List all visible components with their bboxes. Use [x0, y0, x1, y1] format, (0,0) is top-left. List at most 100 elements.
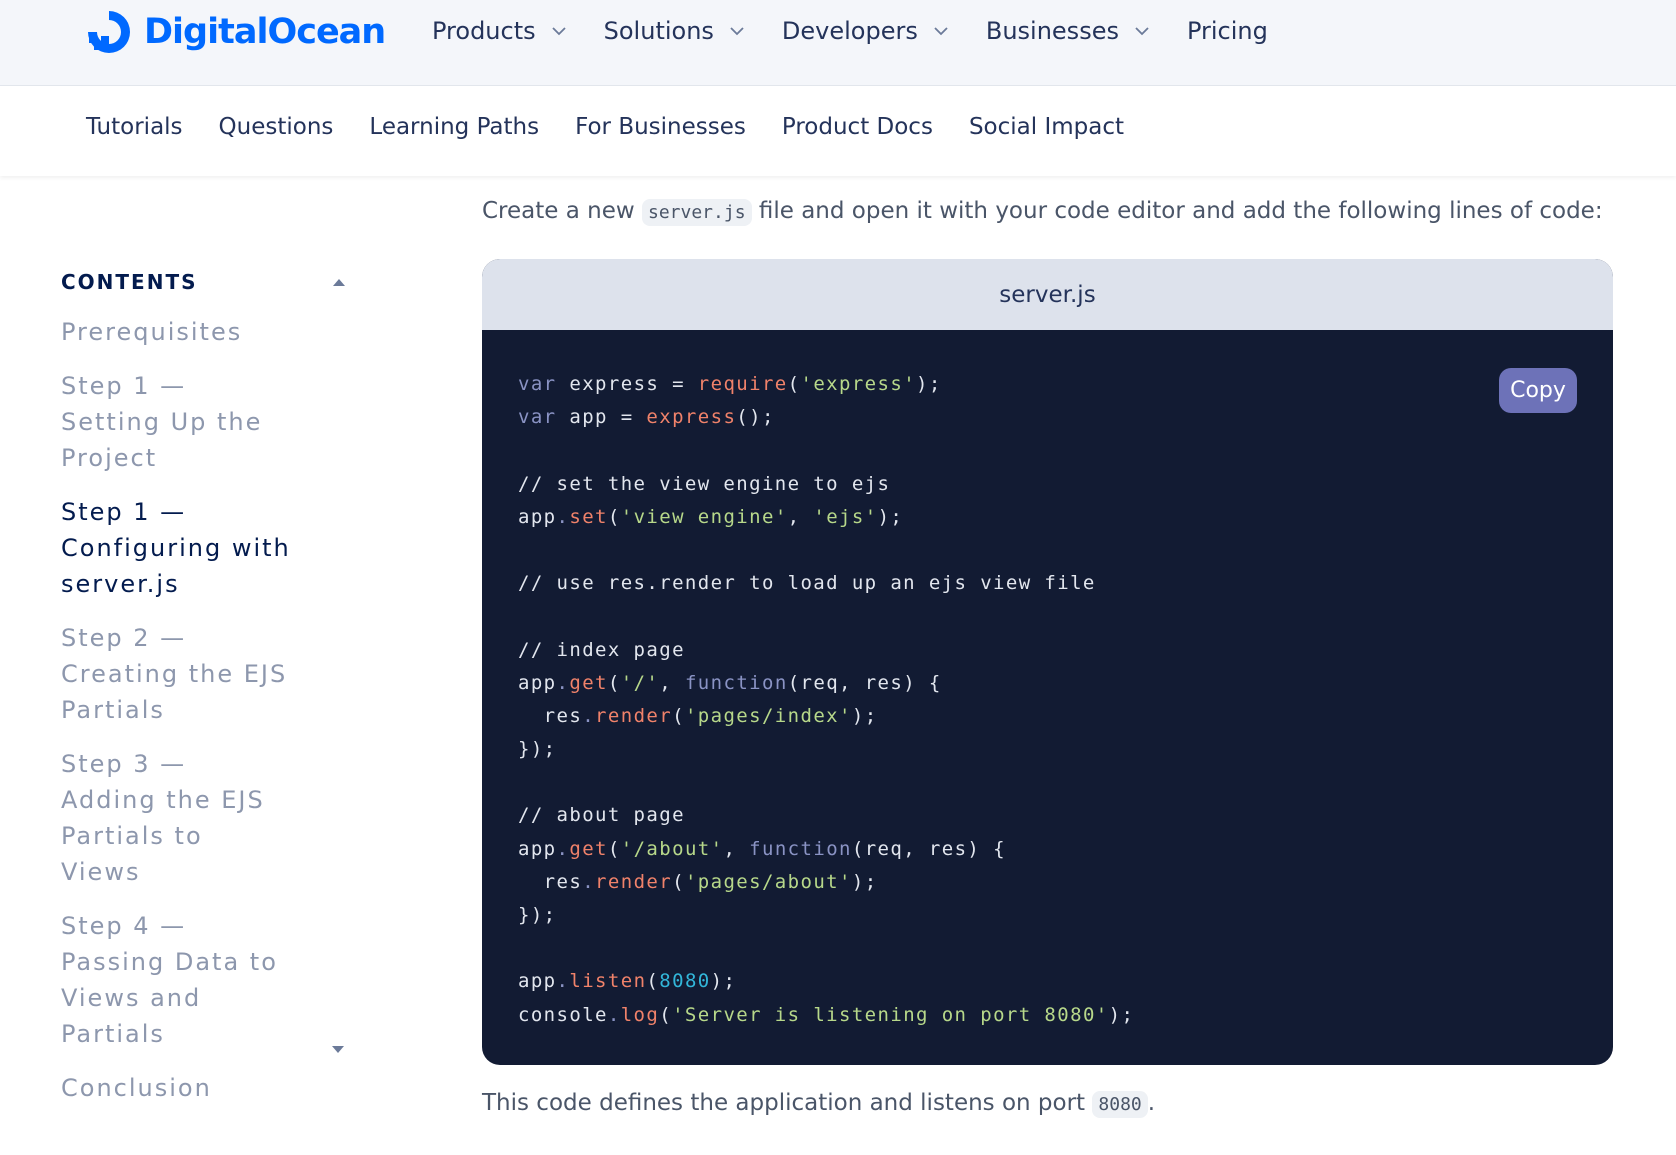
code-lines[interactable]: var express = require('express'); var app…: [518, 368, 1577, 1032]
brand-name: DigitalOcean: [144, 12, 386, 52]
code-token: '/about': [620, 837, 724, 860]
toc-item[interactable]: Prerequisites: [61, 314, 291, 350]
code-line: app.get('/about', function(req, res) {: [518, 833, 1577, 866]
toc-item[interactable]: Conclusion: [61, 1070, 291, 1106]
code-token: get: [569, 671, 608, 694]
code-token: function: [749, 837, 852, 860]
code-token: .: [607, 1003, 621, 1026]
code-token: set: [569, 505, 608, 528]
chevron-down-icon: [934, 27, 948, 36]
code-token: app: [518, 970, 557, 993]
toc-item[interactable]: Step 3 — Adding the EJS Partials to View…: [61, 746, 291, 890]
toc-header: CONTENTS: [61, 260, 351, 304]
scroll-up-caret-icon[interactable]: [333, 278, 345, 286]
outro-text-before: This code defines the application and li…: [482, 1090, 1093, 1116]
code-token: 'ejs': [813, 505, 878, 528]
code-token: // use res.render to load up an ejs view…: [518, 572, 1096, 595]
code-token: get: [569, 837, 608, 860]
subnav-for-businesses[interactable]: For Businesses: [575, 114, 746, 140]
code-token: });: [518, 904, 557, 926]
copy-button[interactable]: Copy: [1499, 368, 1577, 413]
code-token: // about page: [518, 804, 685, 827]
code-token: ,: [723, 837, 750, 860]
code-token: render: [595, 704, 673, 727]
code-token: ,: [787, 505, 814, 528]
code-token: );: [851, 704, 878, 727]
code-token: app: [518, 671, 557, 694]
subnav-questions[interactable]: Questions: [219, 114, 334, 140]
code-body: Copy var express = require('express'); va…: [482, 330, 1613, 1065]
toc-item[interactable]: Step 1 — Setting Up the Project: [61, 368, 291, 476]
code-token: render: [595, 870, 673, 893]
code-token: .: [556, 970, 570, 993]
nav-item-label: Businesses: [985, 17, 1119, 45]
code-token: (: [607, 837, 621, 860]
inline-code-filename: server.js: [642, 199, 752, 226]
chevron-down-icon: [1135, 27, 1149, 36]
subnav-product-docs[interactable]: Product Docs: [782, 114, 933, 140]
code-line: app.set('view engine', 'ejs');: [518, 501, 1577, 534]
code-token: .: [556, 837, 570, 860]
intro-text-before: Create a new: [482, 198, 642, 224]
code-token: 'pages/index': [684, 704, 852, 727]
chevron-down-icon: [730, 27, 744, 36]
subnav-learning-paths[interactable]: Learning Paths: [369, 114, 539, 140]
toc-item[interactable]: Step 1 — Configuring with server.js: [61, 494, 291, 602]
code-token: (: [607, 505, 621, 528]
toc-item[interactable]: Step 2 — Creating the EJS Partials: [61, 620, 291, 728]
code-token: );: [877, 505, 904, 528]
code-line: console.log('Server is listening on port…: [518, 999, 1577, 1032]
nav-item-developers[interactable]: Developers: [782, 14, 948, 48]
code-block: server.js Copy var express = require('ex…: [482, 259, 1613, 1065]
scroll-down-caret-icon[interactable]: [332, 1046, 344, 1053]
code-token: );: [851, 870, 878, 893]
subnav-tutorials[interactable]: Tutorials: [86, 114, 183, 140]
code-token: );: [710, 970, 737, 993]
home-logo-link[interactable]: DigitalOcean: [84, 7, 386, 57]
code-token: 'pages/about': [684, 870, 852, 893]
code-token: (: [672, 704, 685, 727]
code-line: app.get('/', function(req, res) {: [518, 667, 1577, 700]
nav-item-solutions[interactable]: Solutions: [604, 14, 744, 48]
nav-item-products[interactable]: Products: [432, 14, 566, 48]
outro-paragraph: This code defines the application and li…: [482, 1090, 1156, 1118]
subnav-social-impact[interactable]: Social Impact: [969, 114, 1124, 140]
code-line: });: [518, 899, 1577, 932]
code-token: log: [620, 1003, 660, 1026]
code-line: res.render('pages/index');: [518, 700, 1577, 733]
code-token: res: [518, 870, 583, 893]
intro-text-after: file and open it with your code editor a…: [751, 198, 1603, 224]
code-line: // index page: [518, 634, 1577, 667]
outro-text-after: .: [1147, 1090, 1156, 1116]
code-token: // index page: [518, 638, 685, 661]
code-token: var: [518, 373, 557, 395]
code-token: // set the view engine to ejs: [518, 472, 891, 495]
code-token: (: [659, 1003, 673, 1026]
nav-item-businesses[interactable]: Businesses: [986, 14, 1149, 48]
nav-item-label: Products: [432, 17, 536, 45]
code-token: ();: [736, 406, 775, 429]
nav-item-label: Solutions: [603, 17, 714, 45]
chevron-down-icon: [552, 27, 566, 36]
top-navigation: DigitalOcean Products Solutions Developers…: [0, 0, 1676, 86]
code-token: (req, res) {: [851, 837, 1006, 860]
code-token: (: [787, 373, 801, 395]
code-token: 'view engine': [620, 505, 788, 528]
code-line: var express = require('express');: [518, 368, 1577, 401]
code-token: (: [672, 870, 685, 893]
code-line: app.listen(8080);: [518, 965, 1577, 998]
nav-item-label: Developers: [781, 17, 918, 45]
code-token: );: [1108, 1003, 1135, 1026]
code-token: (: [607, 671, 621, 694]
code-line: // set the view engine to ejs: [518, 468, 1577, 501]
code-token: listen: [569, 970, 647, 993]
toc-title: CONTENTS: [61, 270, 198, 294]
nav-item-pricing[interactable]: Pricing: [1187, 14, 1268, 48]
code-token: app =: [556, 406, 647, 429]
toc-item[interactable]: Step 4 — Passing Data to Views and Parti…: [61, 908, 291, 1052]
code-token: 8080: [659, 970, 711, 993]
code-token: );: [916, 373, 942, 395]
code-token: function: [684, 671, 788, 694]
